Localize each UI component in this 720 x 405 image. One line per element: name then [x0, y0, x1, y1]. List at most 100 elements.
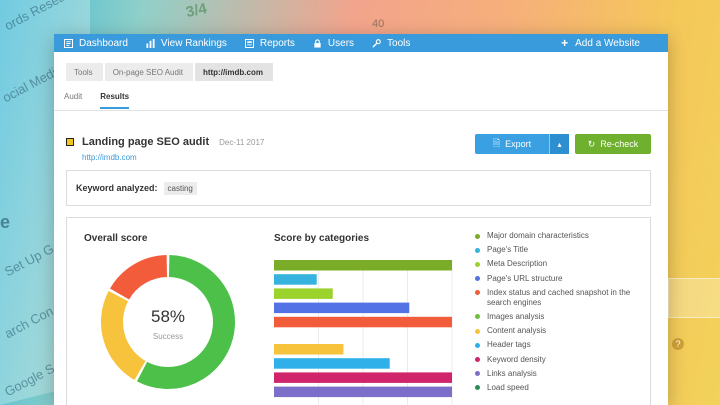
- tabs: Audit Results: [64, 92, 147, 109]
- nav-item-dashboard[interactable]: Dashboard: [64, 38, 128, 49]
- nav-label: Tools: [387, 37, 411, 49]
- category-bar: [274, 386, 452, 398]
- category-bar: [274, 316, 452, 328]
- legend-label: Page's URL structure: [487, 273, 563, 283]
- legend-dot-icon: [475, 233, 480, 239]
- nav-item-tools[interactable]: Tools: [372, 38, 410, 49]
- legend-item: Meta Description: [475, 259, 645, 269]
- breadcrumb: Tools On-page SEO Audit http://imdb.com: [66, 63, 275, 81]
- category-bar: [274, 344, 344, 355]
- page-title: Landing page SEO audit: [82, 136, 210, 148]
- tab-results[interactable]: Results: [100, 92, 130, 109]
- legend-item: Major domain characteristics: [475, 231, 645, 241]
- export-main[interactable]: 🗎 Export: [475, 136, 549, 152]
- legend-item: Keyword density: [475, 355, 645, 365]
- export-icon: 🗎: [492, 138, 501, 148]
- export-dropdown-toggle[interactable]: ▴: [549, 134, 569, 154]
- keyword-tag: casting: [163, 181, 197, 195]
- audit-header: Landing page SEO audit Dec-11 2017: [66, 136, 264, 148]
- categories-legend: Major domain characteristics Page's Title…: [475, 231, 645, 397]
- legend-dot-icon: [475, 385, 480, 391]
- audit-url-link[interactable]: http://imdb.com: [82, 153, 137, 162]
- legend-label: Images analysis: [487, 311, 545, 321]
- legend-item: Page's URL structure: [475, 274, 645, 284]
- background-panel-right: [668, 278, 720, 318]
- legend-dot-icon: [475, 371, 480, 377]
- legend-label: Header tags: [487, 340, 531, 350]
- legend-label: Meta Description: [487, 259, 548, 269]
- legend-label: Index status and cached snapshot in the …: [487, 287, 631, 307]
- legend-dot-icon: [475, 247, 480, 253]
- legend-dot-icon: [475, 357, 480, 362]
- nav-item-reports[interactable]: Reports: [244, 37, 295, 49]
- categories-bar-chart: [274, 260, 453, 405]
- nav-item-view-rankings[interactable]: View Rankings: [146, 38, 227, 49]
- legend-dot-icon: [475, 290, 480, 296]
- app-window: Dashboard View Rankings Reports Users To…: [54, 34, 668, 405]
- score-panel: Overall score 58% Success Score by categ…: [66, 217, 651, 405]
- nav-item-users[interactable]: Users: [313, 38, 354, 49]
- tab-audit[interactable]: Audit: [64, 92, 82, 109]
- export-button[interactable]: 🗎 Export ▴: [475, 134, 569, 154]
- legend-dot-icon: [475, 342, 480, 348]
- chevron-updown-icon: ▴: [557, 139, 562, 149]
- background-fraction: 3/4: [184, 0, 209, 21]
- legend-dot-icon: [475, 328, 480, 334]
- legend-label: Major domain characteristics: [487, 231, 589, 240]
- reports-icon: [244, 38, 254, 48]
- audit-date: Dec-11 2017: [219, 137, 265, 147]
- legend-item: Links analysis: [475, 369, 645, 379]
- add-website-label: Add a Website: [575, 37, 640, 49]
- legend-label: Page's Title: [487, 245, 529, 255]
- export-label: Export: [505, 139, 532, 149]
- overall-score-title: Overall score: [84, 233, 148, 244]
- legend-item: Index status and cached snapshot in the …: [475, 288, 645, 308]
- category-bar: [274, 288, 333, 299]
- nav-label: Reports: [259, 37, 295, 49]
- keyword-panel: Keyword analyzed: casting: [66, 170, 651, 206]
- recheck-button[interactable]: ↻ Re-check: [575, 134, 651, 154]
- category-bar: [274, 302, 410, 314]
- background-number: 40: [372, 18, 385, 30]
- legend-label: Load speed: [487, 382, 529, 392]
- dashboard-icon: [64, 38, 73, 48]
- legend-dot-icon: [475, 276, 480, 282]
- donut-segment: [109, 255, 168, 300]
- site-favicon-icon: [66, 138, 74, 146]
- background-help-icon: ?: [672, 338, 684, 350]
- nav-label: Users: [327, 37, 355, 49]
- category-bar: [274, 358, 390, 369]
- legend-item: Header tags: [475, 340, 645, 350]
- keyword-label: Keyword analyzed:: [76, 183, 158, 193]
- legend-label: Keyword density: [487, 354, 546, 364]
- breadcrumb-item-current: http://imdb.com: [194, 63, 273, 81]
- legend-dot-icon: [475, 261, 480, 267]
- categories-title: Score by categories: [274, 233, 370, 244]
- legend-label: Links analysis: [487, 368, 537, 378]
- breadcrumb-item-tools[interactable]: Tools: [66, 63, 103, 81]
- legend-item: Load speed: [475, 383, 645, 393]
- category-bar: [274, 274, 317, 285]
- legend-dot-icon: [475, 314, 480, 320]
- tools-icon: [372, 38, 381, 48]
- breadcrumb-item-seo-audit[interactable]: On-page SEO Audit: [104, 63, 193, 81]
- nav-label: View Rankings: [160, 37, 227, 49]
- legend-label: Content analysis: [487, 326, 547, 336]
- background-text: e: [0, 212, 11, 232]
- overall-score-percent: 58%: [150, 307, 186, 326]
- overall-score-status: Success: [152, 332, 184, 341]
- add-website-button[interactable]: + Add a Website: [561, 36, 640, 50]
- plus-icon: +: [561, 36, 569, 50]
- category-bar: [274, 260, 452, 271]
- category-bar: [274, 372, 452, 383]
- legend-item: Images analysis: [475, 312, 645, 322]
- nav-label: Dashboard: [79, 37, 128, 49]
- top-navigation: Dashboard View Rankings Reports Users To…: [54, 34, 668, 52]
- lock-icon: [314, 38, 321, 48]
- refresh-icon: ↻: [587, 138, 596, 149]
- tabs-divider: [54, 110, 668, 111]
- bar-chart-icon: [146, 38, 155, 48]
- legend-item: Page's Title: [475, 245, 645, 255]
- recheck-label: Re-check: [600, 139, 639, 149]
- legend-item: Content analysis: [475, 326, 645, 336]
